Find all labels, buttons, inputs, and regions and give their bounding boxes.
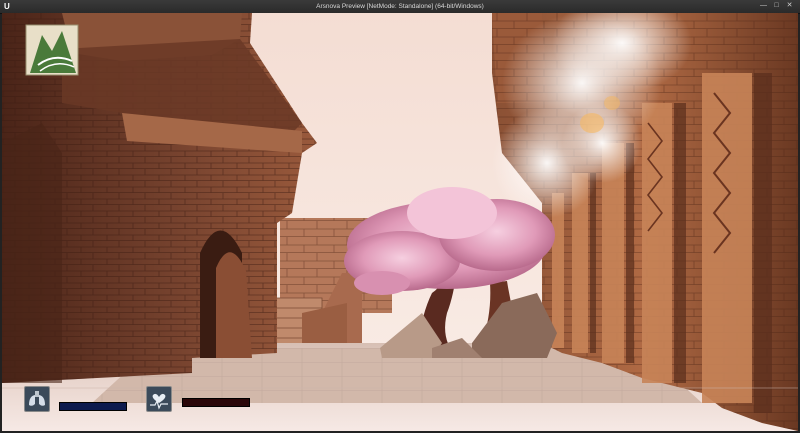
heart-monitor-icon [146,386,172,412]
maximize-icon[interactable]: □ [772,2,781,10]
health-bar-fill [183,399,249,406]
window-title: Arsnova Preview [NetMode: Standalone] (6… [316,3,484,10]
health-bar [182,398,250,407]
close-icon[interactable]: ✕ [785,2,794,10]
oxygen-bar-fill [60,403,126,410]
minimize-icon[interactable]: — [759,2,768,10]
game-scene [2,13,798,431]
game-window: U Arsnova Preview [NetMode: Standalone] … [0,0,800,433]
oxygen-bar [59,402,127,411]
game-viewport[interactable] [2,13,798,431]
game-logo [25,24,79,76]
lungs-icon [24,386,50,412]
title-bar[interactable]: U Arsnova Preview [NetMode: Standalone] … [0,0,800,14]
